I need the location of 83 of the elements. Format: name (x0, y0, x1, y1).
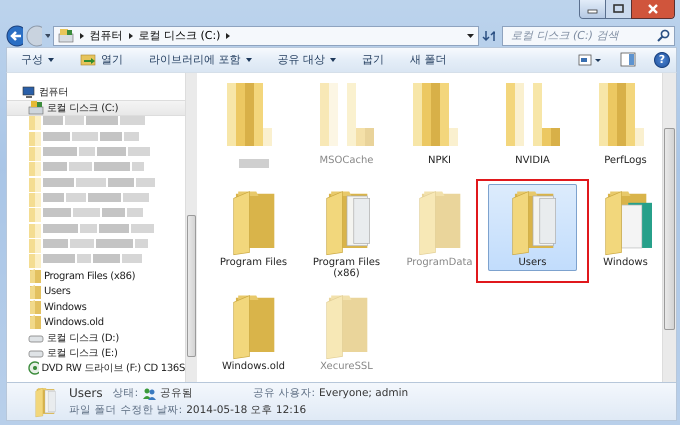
pixelated-folder-icon (29, 147, 41, 162)
nav-item[interactable]: 로컬 디스크 (C:) (7, 100, 185, 116)
file-item[interactable]: Users (488, 184, 577, 271)
folder-icon (29, 300, 41, 314)
drive-icon (28, 100, 44, 116)
file-item[interactable]: Program Files (x86) (302, 184, 391, 282)
back-button[interactable] (6, 24, 22, 47)
pixelated-folder-icon (29, 208, 41, 222)
file-name: Program Files (220, 256, 288, 268)
nav-item[interactable]: 컴퓨터 (7, 84, 185, 100)
file-name: ProgramData (406, 256, 473, 268)
preview-pane-button[interactable] (620, 52, 636, 68)
field-value: Everyone; admin (319, 387, 408, 400)
file-item[interactable]: NVIDIA (488, 78, 577, 169)
file-name: Windows (603, 256, 648, 268)
file-name: XecureSSL (320, 360, 373, 372)
field-label: 수정한 날짜: (120, 403, 182, 418)
breadcrumb[interactable]: 로컬 디스크 (C:) (138, 28, 220, 44)
toolbar-button[interactable]: 공유 대상 (270, 50, 344, 70)
nav-item[interactable]: 로컬 디스크 (E:) (7, 345, 185, 361)
close-button[interactable] (631, 0, 675, 19)
address-bar[interactable]: 컴퓨터 로컬 디스크 (C:) (52, 26, 478, 46)
pixelated-folder-icon (29, 224, 41, 238)
drive-icon (58, 28, 74, 44)
file-item[interactable]: MSOCache (302, 78, 391, 169)
dvd-icon (28, 361, 39, 376)
nav-item[interactable]: Program Files (x86) (7, 268, 185, 284)
scrollbar[interactable] (185, 72, 197, 382)
file-name: NVIDIA (515, 154, 550, 166)
breadcrumb[interactable]: 컴퓨터 (90, 28, 122, 44)
help-button[interactable]: ? (654, 52, 670, 68)
toolbar-button[interactable]: 굽기 (354, 50, 392, 70)
folder-icon (29, 315, 41, 330)
folder-icon (29, 269, 41, 284)
file-item[interactable]: Program Files (209, 184, 298, 271)
toolbar-button[interactable]: 라이브러리에 포함 (141, 50, 260, 70)
caret-icon[interactable] (466, 34, 474, 38)
toolbar-button[interactable]: 열기 (72, 50, 131, 70)
folder-icon (80, 52, 96, 68)
nav-item[interactable]: DVD RW 드라이브 (F:) CD 136S (7, 360, 185, 376)
search-icon (657, 28, 670, 42)
nav-item[interactable]: Users (7, 284, 185, 300)
minimize-button[interactable] (579, 0, 606, 19)
field-value: 2014-05-18 오후 12:16 (186, 403, 306, 418)
view-options-button[interactable] (578, 52, 602, 67)
toolbar-button[interactable]: 구성 (13, 50, 62, 70)
pixelated-file-name (238, 158, 268, 168)
file-item[interactable]: Windows.old (209, 288, 298, 375)
pixelated-folder-icon (29, 162, 41, 176)
file-name: NPKI (428, 154, 452, 166)
field-label: 공유 사용자: (253, 386, 316, 400)
pixelated-folder-icon (29, 116, 41, 130)
folder-icon (29, 284, 41, 299)
shared-users-icon (142, 386, 156, 400)
nav-item[interactable]: 로컬 디스크 (D:) (7, 330, 185, 346)
file-name: Program Files (x86) (312, 256, 382, 279)
nav-item[interactable]: Windows.old (7, 314, 185, 330)
pixelated-folder-icon (29, 254, 41, 268)
pixelated-folder-icon (29, 132, 41, 146)
file-name: Windows.old (222, 360, 286, 372)
selected-item-name: Users (69, 386, 103, 400)
pixelated-folder-icon (29, 238, 41, 253)
maximize-button[interactable] (606, 0, 631, 19)
file-name: Users (518, 256, 546, 268)
computer-icon (21, 86, 36, 99)
folder-with-papers-icon (33, 386, 57, 418)
file-item[interactable]: ProgramData (395, 184, 484, 271)
field-label: 상태: (112, 386, 138, 400)
file-name: PerfLogs (604, 154, 647, 166)
file-item[interactable]: NPKI (395, 78, 484, 169)
history-dropdown[interactable] (45, 34, 50, 38)
file-name: MSOCache (320, 154, 374, 166)
pixelated-folder-icon (29, 178, 41, 192)
file-item[interactable]: XecureSSL (302, 288, 391, 375)
field-value: 공유됨 (160, 386, 194, 400)
search-field[interactable]: 로컬 디스크 (C:) 검색 (502, 26, 675, 46)
pixelated-folder-icon (29, 192, 41, 207)
nav-item[interactable]: Windows (7, 299, 185, 315)
file-item[interactable]: PerfLogs (581, 78, 662, 169)
scrollbar[interactable] (662, 72, 676, 382)
toolbar-button[interactable]: 새 폴더 (402, 50, 454, 70)
file-item[interactable]: Windows (581, 184, 662, 271)
file-type: 파일 폴더 (69, 403, 116, 418)
